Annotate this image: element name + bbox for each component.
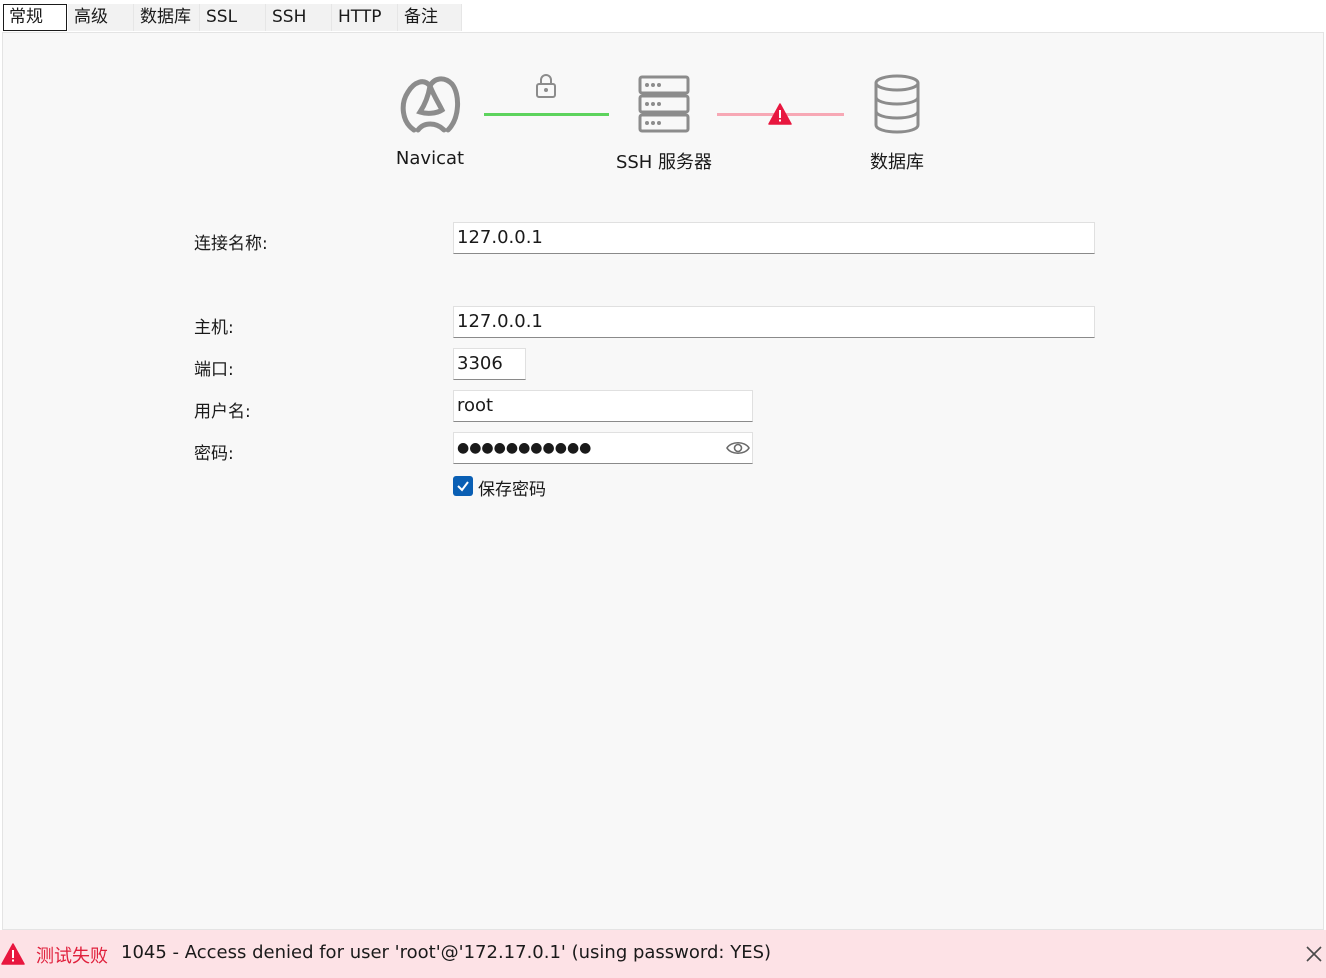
status-bar: 测试失败 1045 - Access denied for user 'root… [0,930,1326,978]
navicat-logo-icon [400,76,460,133]
connection-name-input[interactable]: 127.0.0.1 [453,222,1095,254]
tab-databases[interactable]: 数据库 [134,4,200,31]
server-icon [638,75,690,133]
port-input[interactable]: 3306 [453,348,526,380]
host-input[interactable]: 127.0.0.1 [453,306,1095,338]
host-label: 主机: [194,318,234,338]
lock-icon [536,74,556,98]
warning-icon [768,103,792,125]
database-icon [874,74,920,134]
link-ok-line [484,113,609,116]
ssh-server-label: SSH 服务器 [615,152,713,173]
status-title: 测试失败 [36,946,108,967]
password-input[interactable]: ●●●●●●●●●●● [453,432,753,464]
username-input[interactable]: root [453,390,753,422]
navicat-label: Navicat [395,148,465,169]
password-label: 密码: [194,444,234,464]
tab-ssh[interactable]: SSH [266,4,332,31]
status-message: 1045 - Access denied for user 'root'@'17… [121,942,772,963]
tab-http[interactable]: HTTP [332,4,398,31]
password-mask: ●●●●●●●●●●● [457,440,592,456]
tab-notes[interactable]: 备注 [398,4,462,31]
tab-advanced[interactable]: 高级 [68,4,134,31]
tab-general[interactable]: 常规 [3,4,67,31]
tab-ssl[interactable]: SSL [200,4,266,31]
close-icon[interactable] [1305,945,1323,963]
connection-name-label: 连接名称: [194,234,268,254]
save-password-checkbox[interactable] [453,476,473,496]
eye-icon[interactable] [725,438,751,458]
tab-bar: 常规 高级 数据库 SSL SSH HTTP 备注 [0,0,1326,32]
port-label: 端口: [194,360,234,380]
error-warning-icon [1,943,25,965]
save-password-label[interactable]: 保存密码 [478,475,546,500]
database-label: 数据库 [870,152,924,173]
username-label: 用户名: [194,402,251,422]
checkmark-icon [457,481,469,492]
